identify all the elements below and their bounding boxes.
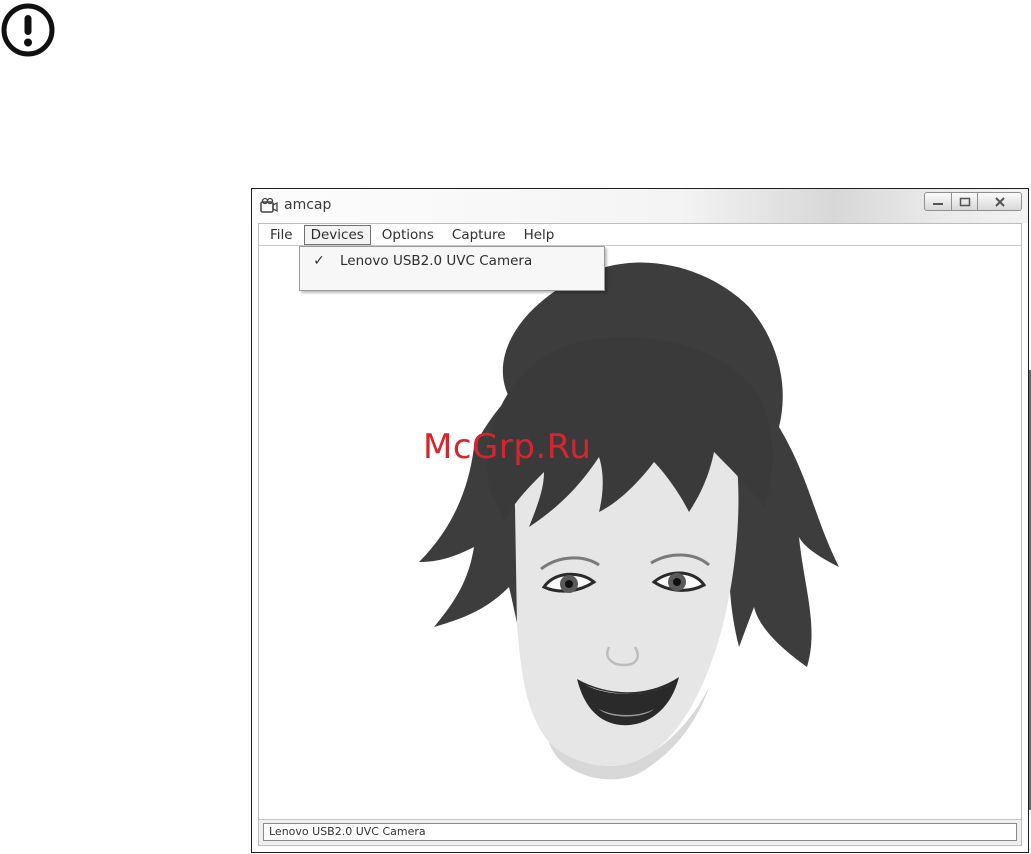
menu-file[interactable]: File	[263, 225, 300, 245]
maximize-button[interactable]	[952, 192, 978, 211]
menu-options[interactable]: Options	[375, 225, 441, 245]
checkmark-icon: ✓	[313, 253, 325, 269]
camera-preview: McGrp.Ru	[259, 247, 1021, 819]
amcap-window: amcap File Devices Options Capture Help	[251, 188, 1029, 853]
camera-icon	[260, 197, 278, 213]
client-area: File Devices Options Capture Help McGrp.…	[258, 223, 1022, 846]
device-item-lenovo-camera[interactable]: ✓ Lenovo USB2.0 UVC Camera	[302, 250, 602, 272]
minimize-button[interactable]	[924, 192, 952, 211]
menu-capture[interactable]: Capture	[445, 225, 513, 245]
minimize-icon	[933, 202, 943, 205]
device-item-label: Lenovo USB2.0 UVC Camera	[340, 253, 533, 269]
face-illustration	[419, 262, 839, 780]
menu-help[interactable]: Help	[517, 225, 562, 245]
status-text: Lenovo USB2.0 UVC Camera	[263, 823, 1017, 841]
maximize-icon	[959, 197, 970, 206]
close-icon	[994, 196, 1005, 207]
exclamation-circle-icon	[1, 3, 55, 57]
close-button[interactable]	[978, 192, 1022, 211]
menu-bar: File Devices Options Capture Help	[259, 224, 1021, 246]
status-bar: Lenovo USB2.0 UVC Camera	[259, 819, 1021, 845]
watermark-text: McGrp.Ru	[423, 427, 592, 467]
menu-devices[interactable]: Devices	[303, 224, 371, 245]
devices-dropdown: ✓ Lenovo USB2.0 UVC Camera	[299, 246, 605, 291]
window-title: amcap	[284, 197, 332, 213]
title-bar[interactable]: amcap	[252, 189, 1028, 223]
